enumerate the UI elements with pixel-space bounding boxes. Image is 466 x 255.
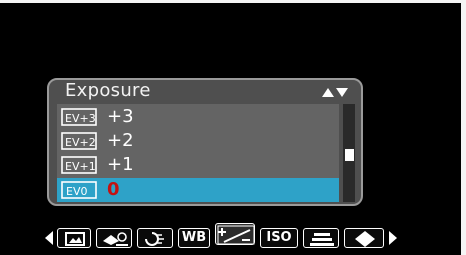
option-ev-plus-2[interactable]: EV+2 +2	[57, 129, 339, 153]
toolbar-white-balance[interactable]: WB	[178, 228, 210, 248]
ev-badge-text: EV+2	[65, 136, 96, 149]
metering-icon	[310, 233, 334, 246]
up-down-arrows-icon[interactable]	[321, 86, 349, 98]
option-value-selected: 0	[107, 179, 120, 200]
toolbar-iso-label: ISO	[266, 230, 292, 245]
menu-title: Exposure	[65, 80, 151, 101]
menu-header: Exposure	[49, 80, 361, 102]
self-timer-icon	[103, 232, 128, 246]
stabilizer-icon	[145, 232, 164, 246]
toolbar-metering[interactable]	[303, 228, 339, 248]
toolbar-left-arrow-icon[interactable]	[44, 230, 54, 246]
menu-scrollbar[interactable]	[343, 104, 355, 202]
option-value: +2	[107, 130, 134, 151]
ev-0-icon: EV0	[61, 181, 97, 199]
toolbar-sharpness[interactable]	[344, 228, 384, 248]
screen-top-edge	[0, 0, 466, 3]
toolbar-exposure[interactable]	[215, 223, 255, 245]
ev-badge-text: EV+3	[65, 112, 96, 125]
exposure-options-list[interactable]: EV+3 +3 EV+2 +2 EV+1 +1 EV0 0	[57, 104, 339, 202]
camera-screen: Exposure EV+3 +3 EV+2 +2 EV+1 +1 EV0 0 W…	[0, 0, 466, 255]
ev-badge-text: EV0	[66, 185, 87, 198]
toolbar-iso[interactable]: ISO	[260, 228, 298, 248]
ev-plus-2-icon: EV+2	[61, 132, 97, 150]
screen-right-edge	[461, 0, 466, 255]
option-ev-plus-1[interactable]: EV+1 +1	[57, 153, 339, 177]
scene-mode-icon	[65, 232, 85, 246]
toolbar-wb-label: WB	[181, 230, 207, 245]
option-ev-plus-3[interactable]: EV+3 +3	[57, 105, 339, 129]
toolbar-self-timer[interactable]	[96, 228, 132, 248]
ev-plus-1-icon: EV+1	[61, 156, 97, 174]
scrollbar-thumb[interactable]	[345, 149, 354, 161]
toolbar-right-arrow-icon[interactable]	[388, 230, 398, 246]
ev-plus-3-icon: EV+3	[61, 108, 97, 126]
toolbar-scene-mode[interactable]	[57, 228, 91, 248]
option-value: +1	[107, 154, 134, 175]
settings-toolbar: WB ISO	[44, 223, 414, 250]
option-value: +3	[107, 106, 134, 127]
exposure-icon	[217, 225, 255, 245]
exposure-menu-panel: Exposure EV+3 +3 EV+2 +2 EV+1 +1 EV0 0	[47, 78, 363, 206]
option-ev-0[interactable]: EV0 0	[57, 178, 339, 202]
ev-badge-text: EV+1	[65, 160, 96, 173]
toolbar-stabilizer[interactable]	[137, 228, 173, 248]
sharpness-icon	[355, 231, 375, 247]
